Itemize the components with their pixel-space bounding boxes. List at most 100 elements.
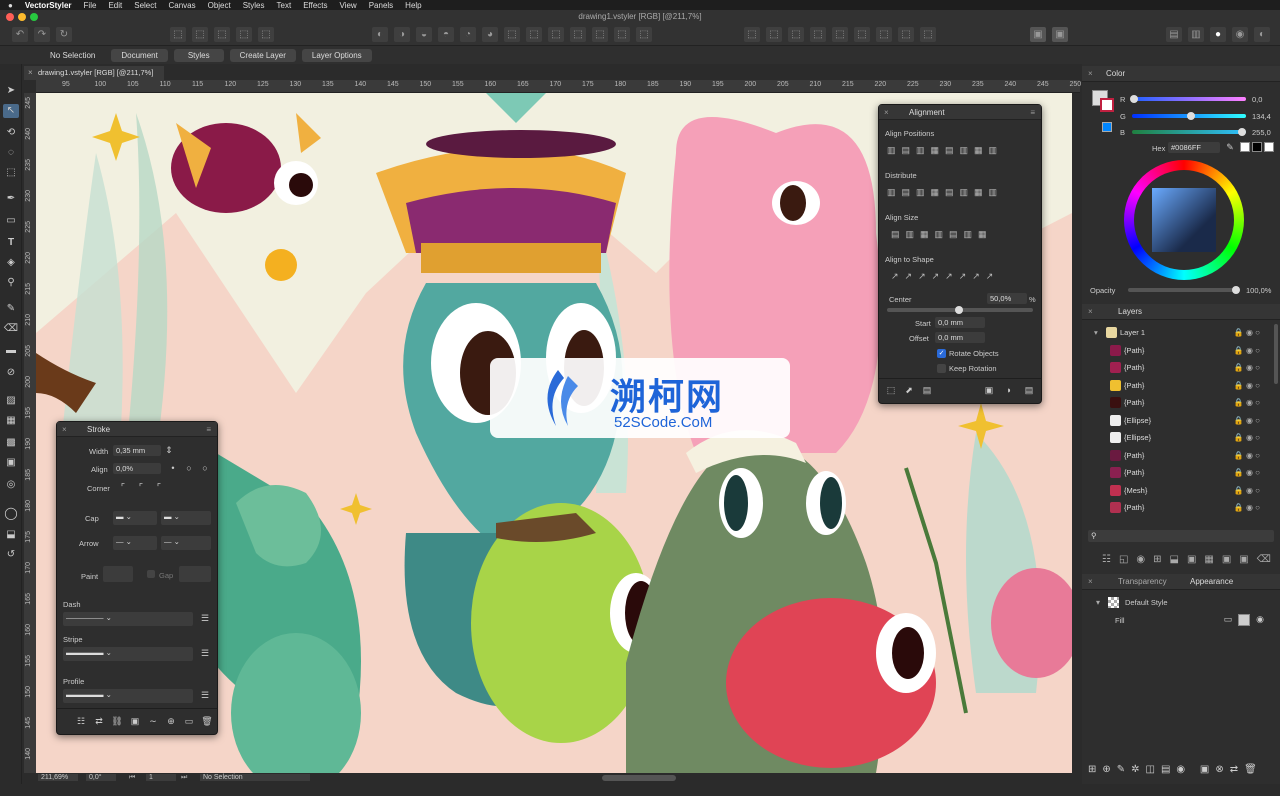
layers-search-field[interactable]: ⚲ xyxy=(1088,530,1274,542)
menu-help[interactable]: Help xyxy=(405,1,421,10)
boolean-divide-icon[interactable]: ◔ xyxy=(460,27,476,42)
create-layer-button[interactable]: Create Layer xyxy=(229,48,296,62)
visibility-icon[interactable]: 🔒 ◉ ○ xyxy=(1234,394,1260,411)
flatten-icon[interactable]: ⬚ xyxy=(614,27,630,42)
panel-menu-icon[interactable]: ≡ xyxy=(1030,108,1035,117)
document-tab[interactable]: drawing1.vstyler [RGB] [@211,7%] xyxy=(24,66,164,80)
layer-row[interactable]: {Path} 🔒 ◉ ○ xyxy=(1082,464,1272,481)
align-position-buttons[interactable]: ▥▤▥▦▤▥▦▥ xyxy=(887,145,1037,157)
menu-effects[interactable]: Effects xyxy=(303,1,327,10)
layer-row[interactable]: {Path} 🔒 ◉ ○ xyxy=(1082,394,1272,411)
boolean-subtract-icon[interactable]: ◑ xyxy=(394,27,410,42)
menu-select[interactable]: Select xyxy=(134,1,156,10)
zoom-field[interactable]: 211,69% xyxy=(38,774,78,781)
expand-icon[interactable]: ⬚ xyxy=(592,27,608,42)
layer-row[interactable]: {Ellipse} 🔒 ◉ ○ xyxy=(1082,412,1272,429)
menu-edit[interactable]: Edit xyxy=(108,1,122,10)
view-mode-icon[interactable]: ▣ xyxy=(1030,27,1046,42)
gap-swatch[interactable] xyxy=(179,566,211,582)
stroke-settings-icon[interactable]: ☷ xyxy=(75,716,87,727)
layer-row[interactable]: {Path} 🔒 ◉ ○ xyxy=(1082,377,1272,394)
visibility-icon[interactable]: 🔒 ◉ ○ xyxy=(1234,412,1260,429)
eraser-tool-icon[interactable]: ⌫ xyxy=(3,322,19,336)
flip-v-icon[interactable]: ⬚ xyxy=(854,27,870,42)
rotate-icon[interactable]: ⬚ xyxy=(876,27,892,42)
gradient-tool-icon[interactable]: ▨ xyxy=(3,394,19,408)
paint-swatch[interactable] xyxy=(103,566,133,582)
distribute-buttons[interactable]: ▥▤▥▦▤▥▦▥ xyxy=(887,187,1037,199)
stroke-rect-icon[interactable]: ▭ xyxy=(183,716,195,727)
arrange-backward-icon[interactable]: ⬚ xyxy=(788,27,804,42)
group-icon[interactable]: ⬚ xyxy=(192,27,208,42)
g-slider-knob[interactable] xyxy=(1187,112,1195,120)
mesh-tool-icon[interactable]: ▦ xyxy=(3,414,19,428)
panel-menu-icon[interactable]: ≡ xyxy=(206,425,211,434)
layers-toolbar-icons[interactable]: ☷◱◉⊞⬓▣▦▣▣⌫ xyxy=(1102,554,1272,568)
transform-icon[interactable]: ⬚ xyxy=(170,27,186,42)
pattern-tool-icon[interactable]: ▩ xyxy=(3,436,19,450)
center-slider-knob[interactable] xyxy=(955,306,963,314)
hand-tool-icon[interactable]: ◯ xyxy=(3,506,19,520)
stroke-swap-icon[interactable]: ⇄ xyxy=(93,716,105,727)
shadow-tool-icon[interactable]: ◎ xyxy=(3,478,19,492)
layer-row[interactable]: ▾ Layer 1 🔒 ◉ ○ xyxy=(1082,324,1272,341)
brush-tool-icon[interactable]: ✎ xyxy=(3,302,19,316)
offset-icon[interactable]: ⬚ xyxy=(636,27,652,42)
crop-tool-icon[interactable]: ⬚ xyxy=(3,166,19,180)
layer-options-button[interactable]: Layer Options xyxy=(301,48,372,62)
preview-icon[interactable]: ▤ xyxy=(1166,27,1182,42)
layers-panel-header[interactable]: × Layers xyxy=(1082,304,1280,320)
keep-rotation-checkbox[interactable] xyxy=(937,364,946,373)
fill-mode-icon[interactable]: ● xyxy=(1210,27,1226,42)
selection-status-field[interactable]: No Selection xyxy=(200,774,310,781)
page-next-icon[interactable]: ⏭ xyxy=(178,774,190,782)
opacity-slider[interactable] xyxy=(1128,288,1238,292)
menu-panels[interactable]: Panels xyxy=(369,1,393,10)
stroke-width-field[interactable]: 0,35 mm xyxy=(113,445,161,456)
layer-row[interactable]: {Mesh} 🔒 ◉ ○ xyxy=(1082,482,1272,499)
arrange-front-icon[interactable]: ⬚ xyxy=(744,27,760,42)
flip-h-icon[interactable]: ⬚ xyxy=(832,27,848,42)
outline-mode-icon[interactable]: ▣ xyxy=(1052,27,1068,42)
layer-row[interactable]: {Path} 🔒 ◉ ○ xyxy=(1082,342,1272,359)
layer-row[interactable]: {Path} 🔒 ◉ ○ xyxy=(1082,447,1272,464)
style-name[interactable]: Default Style xyxy=(1125,598,1168,607)
fill-color-swatch[interactable] xyxy=(1238,614,1250,626)
center-field[interactable]: 50,0% xyxy=(987,293,1027,304)
dash-select[interactable]: ————— ⌄ xyxy=(63,612,193,626)
align-to-shape-buttons[interactable]: ↗↗↗↗↗↗↗↗ xyxy=(891,271,1036,283)
close-panel-icon[interactable]: × xyxy=(1088,574,1093,590)
appearance-toolbar-icons[interactable]: ⊞⊕✎✲◫▤◉ ▣⊗⇄🗑 xyxy=(1088,764,1278,778)
close-panel-icon[interactable]: × xyxy=(884,108,889,117)
menu-object[interactable]: Object xyxy=(208,1,231,10)
knife-tool-icon[interactable]: ⊘ xyxy=(3,366,19,380)
vertical-ruler[interactable]: 245 240 235 230 225 220 215 210 205 200 195 190 185 1… xyxy=(24,93,36,773)
round-corner-icon[interactable]: ⌜ xyxy=(135,482,147,493)
dash-options-icon[interactable]: ☰ xyxy=(199,613,211,624)
hide-icon[interactable]: ⬚ xyxy=(258,27,274,42)
close-panel-icon[interactable]: × xyxy=(62,425,67,434)
arrow-end-select[interactable]: — ⌄ xyxy=(161,536,211,550)
align-page-icon[interactable]: ▤ xyxy=(921,385,933,396)
opacity-slider-knob[interactable] xyxy=(1232,286,1240,294)
transform-tool-icon[interactable]: ⟲ xyxy=(3,126,19,140)
snap-icon[interactable]: ⬚ xyxy=(898,27,914,42)
lock-icon[interactable]: ⬚ xyxy=(236,27,252,42)
arrow-start-select[interactable]: — ⌄ xyxy=(113,536,157,550)
minimize-window-button[interactable] xyxy=(18,13,26,21)
align-outside-radio-icon[interactable]: ○ xyxy=(199,463,211,474)
stroke-link-icon[interactable]: ⛓ xyxy=(111,716,123,727)
app-menu[interactable]: VectorStyler xyxy=(25,1,72,10)
close-window-button[interactable] xyxy=(6,13,14,21)
expand-style-icon[interactable]: ▾ xyxy=(1096,598,1100,607)
visibility-icon[interactable]: 🔒 ◉ ○ xyxy=(1234,324,1260,341)
stroke-add-icon[interactable]: ⊕ xyxy=(165,716,177,727)
refresh-icon[interactable]: ↻ xyxy=(56,27,72,42)
lasso-tool-icon[interactable]: ◌ xyxy=(3,146,19,160)
align-shape-icon[interactable]: ◗ xyxy=(1003,385,1015,396)
horizontal-ruler[interactable]: 95 100 105 110 115 120 125 130 135 140 145 150 155 16… xyxy=(36,80,1081,93)
pen-tool-icon[interactable]: ✒ xyxy=(3,192,19,206)
visibility-icon[interactable]: 🔒 ◉ ○ xyxy=(1234,464,1260,481)
close-tab-icon[interactable]: × xyxy=(28,68,33,77)
arrange-forward-icon[interactable]: ⬚ xyxy=(766,27,782,42)
